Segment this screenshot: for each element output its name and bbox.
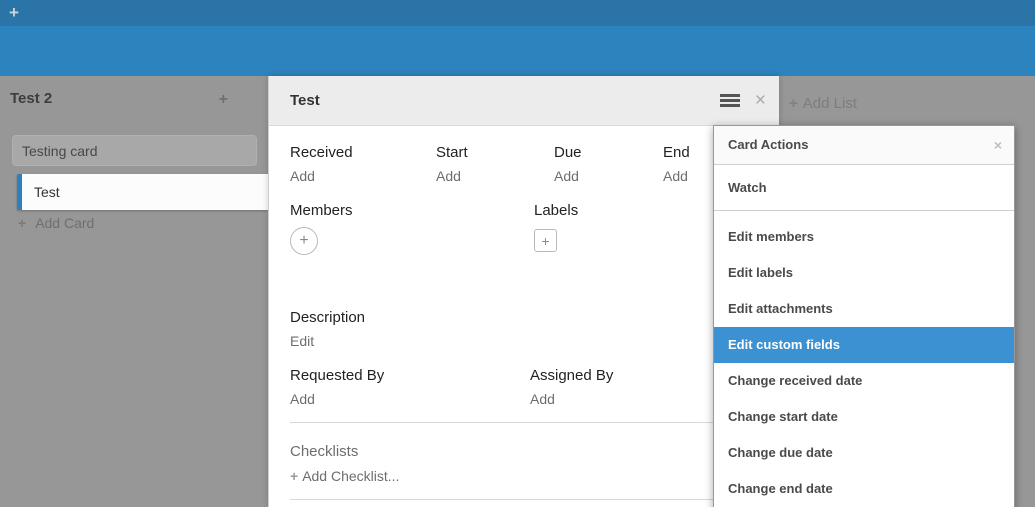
plus-icon: + (541, 233, 549, 249)
add-board-icon[interactable]: + (9, 3, 19, 23)
list-header: Test 2 + (0, 76, 268, 128)
menu-item-edit-members[interactable]: Edit members (714, 219, 1014, 255)
field-label: Requested By (290, 367, 530, 384)
card-detail-header: Test × (269, 76, 779, 126)
list-test-2: Test 2 + Testing card Test + Add Card (0, 76, 268, 507)
card-actions-title: Card Actions (728, 137, 808, 152)
description-edit-link[interactable]: Edit (290, 333, 779, 349)
field-start: Start Add (436, 144, 554, 184)
card-actions-popup: Card Actions × Watch Edit members Edit l… (713, 125, 1015, 507)
checklists-section: Checklists +Add Checklist... (290, 443, 779, 484)
field-label: Received (290, 144, 436, 161)
card-detail-body: Received Add Start Add Due Add End Add (269, 126, 779, 500)
card-actions-menu-list: Edit members Edit labels Edit attachment… (714, 211, 1014, 507)
menu-item-watch[interactable]: Watch (714, 165, 1014, 211)
plus-icon: + (18, 215, 26, 231)
field-label: Due (554, 144, 663, 161)
divider (290, 422, 779, 423)
field-label: Description (290, 309, 779, 326)
add-checklist-button[interactable]: +Add Checklist... (290, 468, 779, 484)
requested-assigned-row: Requested By Add Assigned By Add (290, 367, 779, 407)
field-members: Members + (290, 202, 534, 255)
menu-item-change-due-date[interactable]: Change due date (714, 435, 1014, 471)
members-labels-row: Members + Labels + (290, 202, 779, 255)
field-label: Members (290, 202, 534, 219)
due-add-link[interactable]: Add (554, 168, 663, 184)
plus-icon: + (789, 95, 798, 112)
add-card-button[interactable]: + Add Card (18, 215, 94, 231)
menu-item-edit-labels[interactable]: Edit labels (714, 255, 1014, 291)
received-add-link[interactable]: Add (290, 168, 436, 184)
divider (290, 499, 779, 500)
menu-item-change-start-date[interactable]: Change start date (714, 399, 1014, 435)
checklists-label: Checklists (290, 443, 779, 460)
card-detail-title: Test (290, 92, 320, 109)
add-list-label: Add List (803, 95, 857, 112)
menu-item-edit-attachments[interactable]: Edit attachments (714, 291, 1014, 327)
field-requested-by: Requested By Add (290, 367, 530, 407)
plus-icon: + (290, 468, 298, 484)
field-description: Description Edit (290, 309, 779, 349)
field-label: Labels (534, 202, 578, 219)
app-screen: + Test 2 + Testing card Test + Add Card +… (0, 0, 1035, 507)
card-actions-menu-icon[interactable] (720, 94, 740, 107)
add-list-button[interactable]: + Add List (789, 95, 857, 112)
menu-item-change-received-date[interactable]: Change received date (714, 363, 1014, 399)
board-header-bar (0, 26, 1035, 76)
field-labels: Labels + (534, 202, 578, 255)
list-add-card-icon[interactable]: + (219, 91, 228, 109)
menu-item-edit-custom-fields[interactable]: Edit custom fields (714, 327, 1014, 363)
field-received: Received Add (290, 144, 436, 184)
add-checklist-label: Add Checklist... (302, 468, 399, 484)
close-icon[interactable]: × (994, 126, 1002, 164)
card-detail-panel: Test × Received Add Start Add Due Add (268, 76, 779, 507)
plus-icon: + (299, 232, 308, 250)
date-fields-row: Received Add Start Add Due Add End Add (290, 144, 779, 184)
add-label-button[interactable]: + (534, 229, 557, 252)
card-actions-popup-header: Card Actions × (714, 126, 1014, 165)
start-add-link[interactable]: Add (436, 168, 554, 184)
card-test[interactable]: Test (17, 174, 268, 210)
list-title: Test 2 (10, 90, 52, 107)
add-card-label: Add Card (35, 215, 94, 231)
add-member-button[interactable]: + (290, 227, 318, 255)
field-due: Due Add (554, 144, 663, 184)
menu-item-change-end-date[interactable]: Change end date (714, 471, 1014, 507)
top-navbar: + (0, 0, 1035, 26)
field-label: Start (436, 144, 554, 161)
card-testing-card[interactable]: Testing card (12, 135, 257, 166)
requested-by-add-link[interactable]: Add (290, 391, 530, 407)
close-icon[interactable]: × (755, 91, 766, 110)
